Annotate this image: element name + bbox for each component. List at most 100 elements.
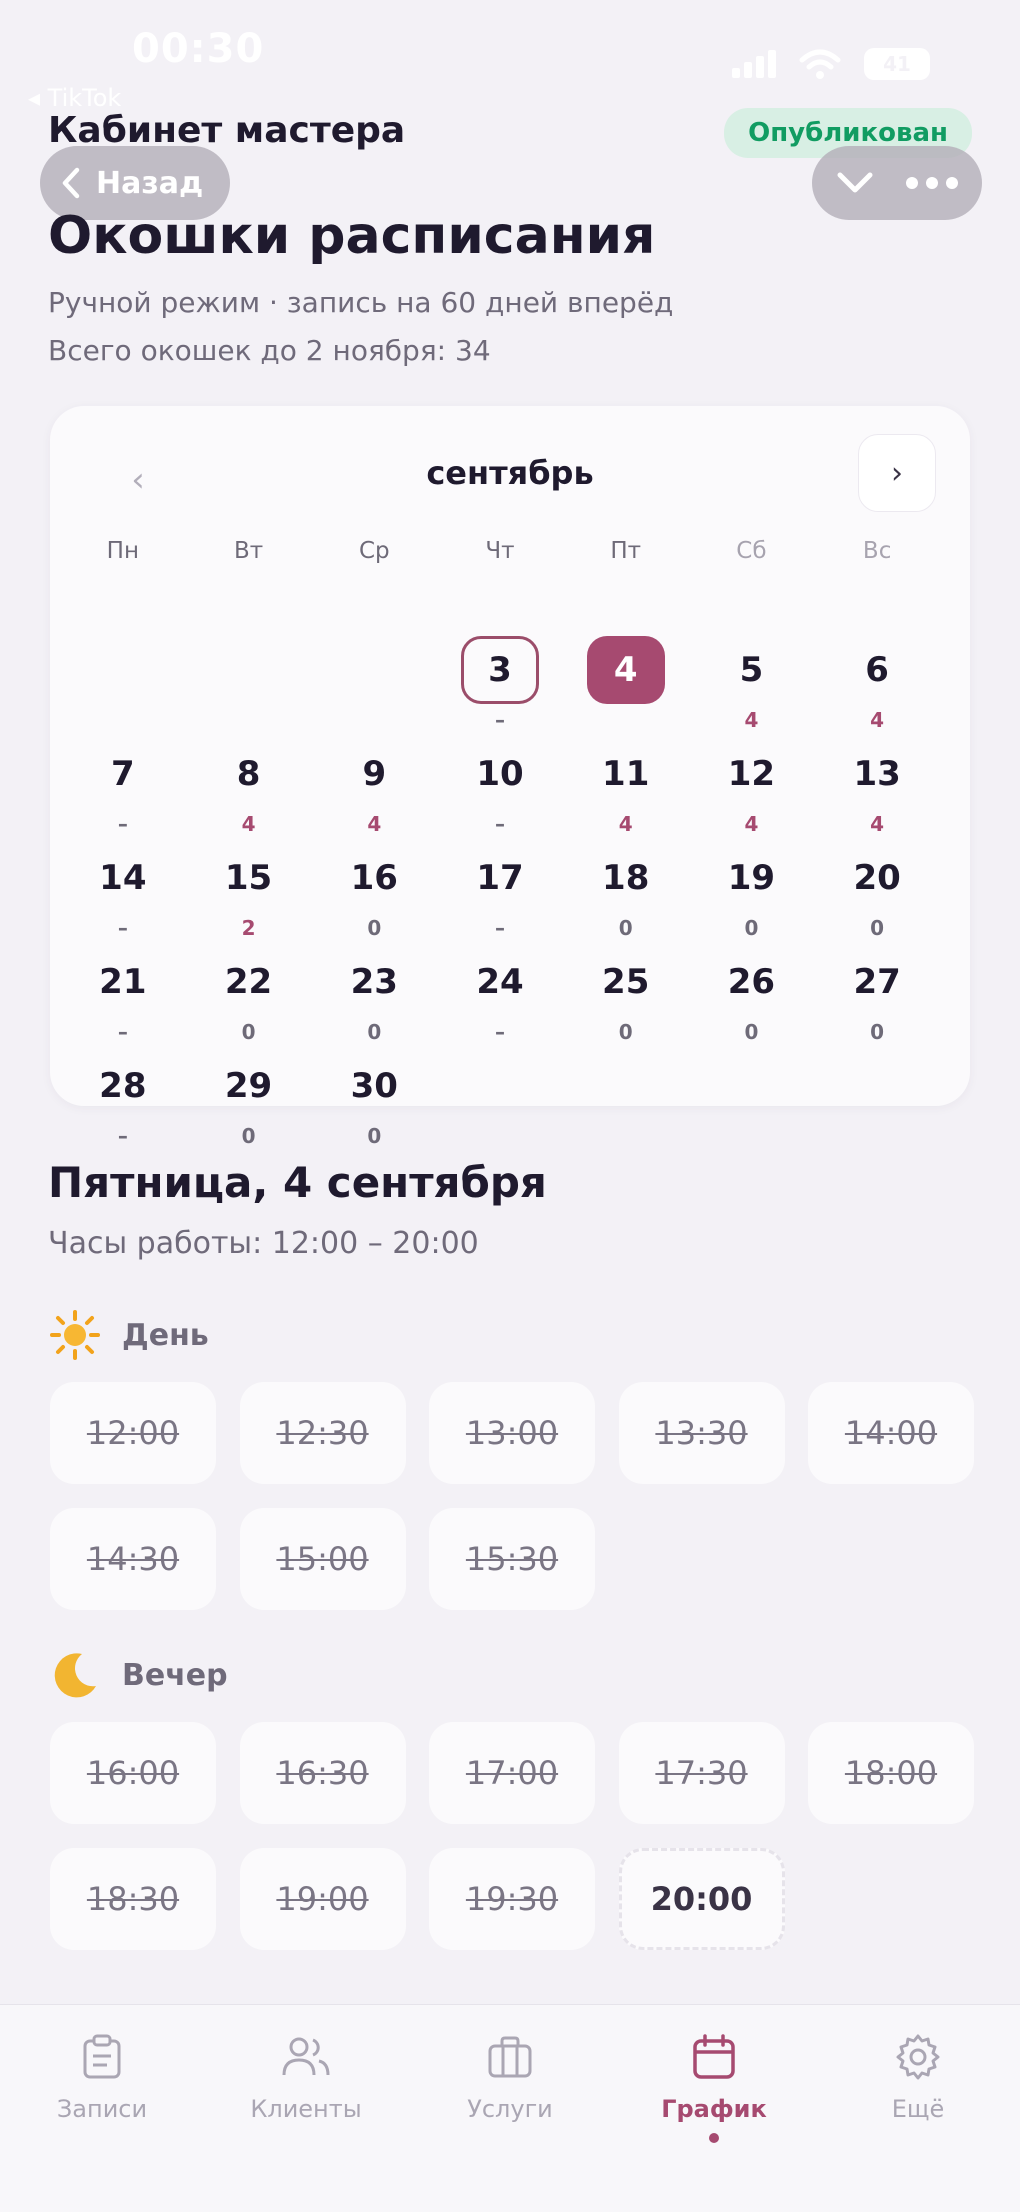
time-slot-booked[interactable]: 12:30 [239,1382,406,1484]
calendar-day[interactable]: 28 – [60,1050,186,1154]
calendar-day[interactable]: 20 0 [814,842,940,946]
calendar-day[interactable]: 94 [311,738,437,842]
day-number: 18 [602,858,650,898]
day-number: 10 [476,754,524,794]
wifi-icon [799,49,841,79]
day-number: 26 [727,962,776,1002]
calendar-empty-cell [186,634,312,738]
calendar-day[interactable]: 30 0 [311,1050,437,1154]
time-slot-booked[interactable]: 14:00 [808,1382,974,1484]
calendar-day[interactable]: 64 [814,634,940,738]
calendar-day[interactable]: 4 [563,634,689,738]
day-number: 30 [350,1066,398,1106]
clipboard-icon [83,2034,121,2079]
tab-label: Ещё [891,2095,945,2123]
day-number: 9 [362,754,387,794]
day-slot-count: 0 [870,916,885,940]
calendar-grid: Пн Вт Ср Чт Пт Сб Вс 3–4 5 4 6 4 7–8 4 9 4 10–11 4… [60,530,940,1154]
calendar-day[interactable]: 10 – [437,738,563,842]
time-slot-booked[interactable]: 12:00 [50,1382,216,1484]
calendar-day[interactable]: 11 4 [563,738,689,842]
status-time: 00:30 [132,26,265,72]
day-slot-count: 0 [618,916,633,940]
back-to-app-link[interactable]: ◂ TikTok [28,84,121,112]
day-slot-count: 0 [367,916,382,940]
calendar-day[interactable]: 7– [60,738,186,842]
day-slot-count: – [117,916,128,940]
time-slot-booked[interactable]: 18:00 [808,1722,974,1824]
calendar-day[interactable]: 22 0 [186,946,312,1050]
calendar-month: сентябрь [426,454,594,492]
calendar-day[interactable]: 24 – [437,946,563,1050]
briefcase-icon [488,2036,532,2078]
users-icon [282,2037,330,2076]
calendar-day[interactable]: 29 0 [186,1050,312,1154]
day-slot-count: 0 [618,1020,633,1044]
working-hours: Часы работы: 12:00 – 20:00 [48,1226,479,1261]
selected-day-title: Пятница, 4 сентября [48,1158,547,1207]
time-slot-booked[interactable]: 17:00 [429,1722,595,1824]
tab-more[interactable]: Ещё [816,2005,1020,2212]
time-slot-booked[interactable]: 19:30 [429,1848,595,1950]
next-month-button[interactable]: › [858,434,936,512]
gear-icon [896,2034,940,2080]
calendar-day[interactable]: 3– [437,634,563,738]
day-number: 28 [99,1066,147,1106]
day-number: 12 [727,754,776,794]
time-slot-booked[interactable]: 16:00 [50,1722,216,1824]
time-slot-booked[interactable]: 15:30 [429,1508,595,1610]
day-number: 23 [350,962,398,1002]
calendar-day[interactable]: 84 [186,738,312,842]
day-number: 13 [853,754,901,794]
day-number: 20 [853,858,901,898]
day-number: 17 [476,858,524,898]
more-icon[interactable] [905,176,959,190]
tab-schedule[interactable]: График [612,2005,816,2212]
tab-records[interactable]: Записи [0,2005,204,2212]
chevron-down-icon[interactable] [835,170,875,196]
calendar-day[interactable]: 54 [689,634,815,738]
tab-clients[interactable]: Клиенты [204,2005,408,2212]
day-number: 21 [99,962,147,1002]
calendar-day[interactable]: 17 – [437,842,563,946]
time-slot-free[interactable]: 20:00 [618,1848,785,1950]
tab-services[interactable]: Услуги [408,2005,612,2212]
evening-slots-grid: 16:00 16:30 17:00 17:30 18:00 18:30 19:00 19:30… [50,1722,974,1950]
calendar-day[interactable]: 19 0 [689,842,815,946]
day-slot-count: – [494,1020,505,1044]
day-section-label: День [50,1310,209,1360]
time-slot-booked[interactable]: 13:30 [618,1382,785,1484]
day-number: 7 [111,754,135,794]
time-slot-booked[interactable]: 13:00 [429,1382,595,1484]
active-tab-indicator [709,2133,719,2143]
calendar-day[interactable]: 14 – [60,842,186,946]
day-number: 3 [460,636,539,704]
time-slot-booked[interactable]: 18:30 [50,1848,216,1950]
calendar-day[interactable]: 16 0 [311,842,437,946]
time-slot-booked[interactable]: 15:00 [239,1508,406,1610]
weekday-label: Вс [862,538,892,564]
calendar-day[interactable]: 13 4 [814,738,940,842]
calendar-day[interactable]: 27 0 [814,946,940,1050]
calendar-day[interactable]: 25 0 [563,946,689,1050]
calendar-day[interactable]: 15 2 [186,842,312,946]
calendar-day[interactable]: 12 4 [689,738,815,842]
weekday-label: Чт [485,538,515,564]
weekday-label: Ср [358,538,390,564]
time-slot-booked[interactable]: 17:30 [618,1722,785,1824]
calendar-day[interactable]: 21 – [60,946,186,1050]
time-slot-booked[interactable]: 16:30 [239,1722,406,1824]
calendar-day[interactable]: 26 0 [689,946,815,1050]
day-slot-count: 4 [870,812,885,836]
calendar: ‹ сентябрь › Пн Вт Ср Чт Пт Сб Вс 3–4 5 4 6… [50,406,970,1148]
day-number: 15 [224,858,273,898]
day-number: 25 [602,962,650,1002]
day-number: 29 [224,1066,273,1106]
time-slot-booked[interactable]: 14:30 [50,1508,216,1610]
day-slot-count: 0 [744,1020,759,1044]
calendar-day[interactable]: 23 0 [311,946,437,1050]
day-number: 5 [739,650,764,690]
calendar-day[interactable]: 18 0 [563,842,689,946]
time-slot-booked[interactable]: 19:00 [239,1848,406,1950]
day-slot-count: 0 [241,1124,256,1148]
